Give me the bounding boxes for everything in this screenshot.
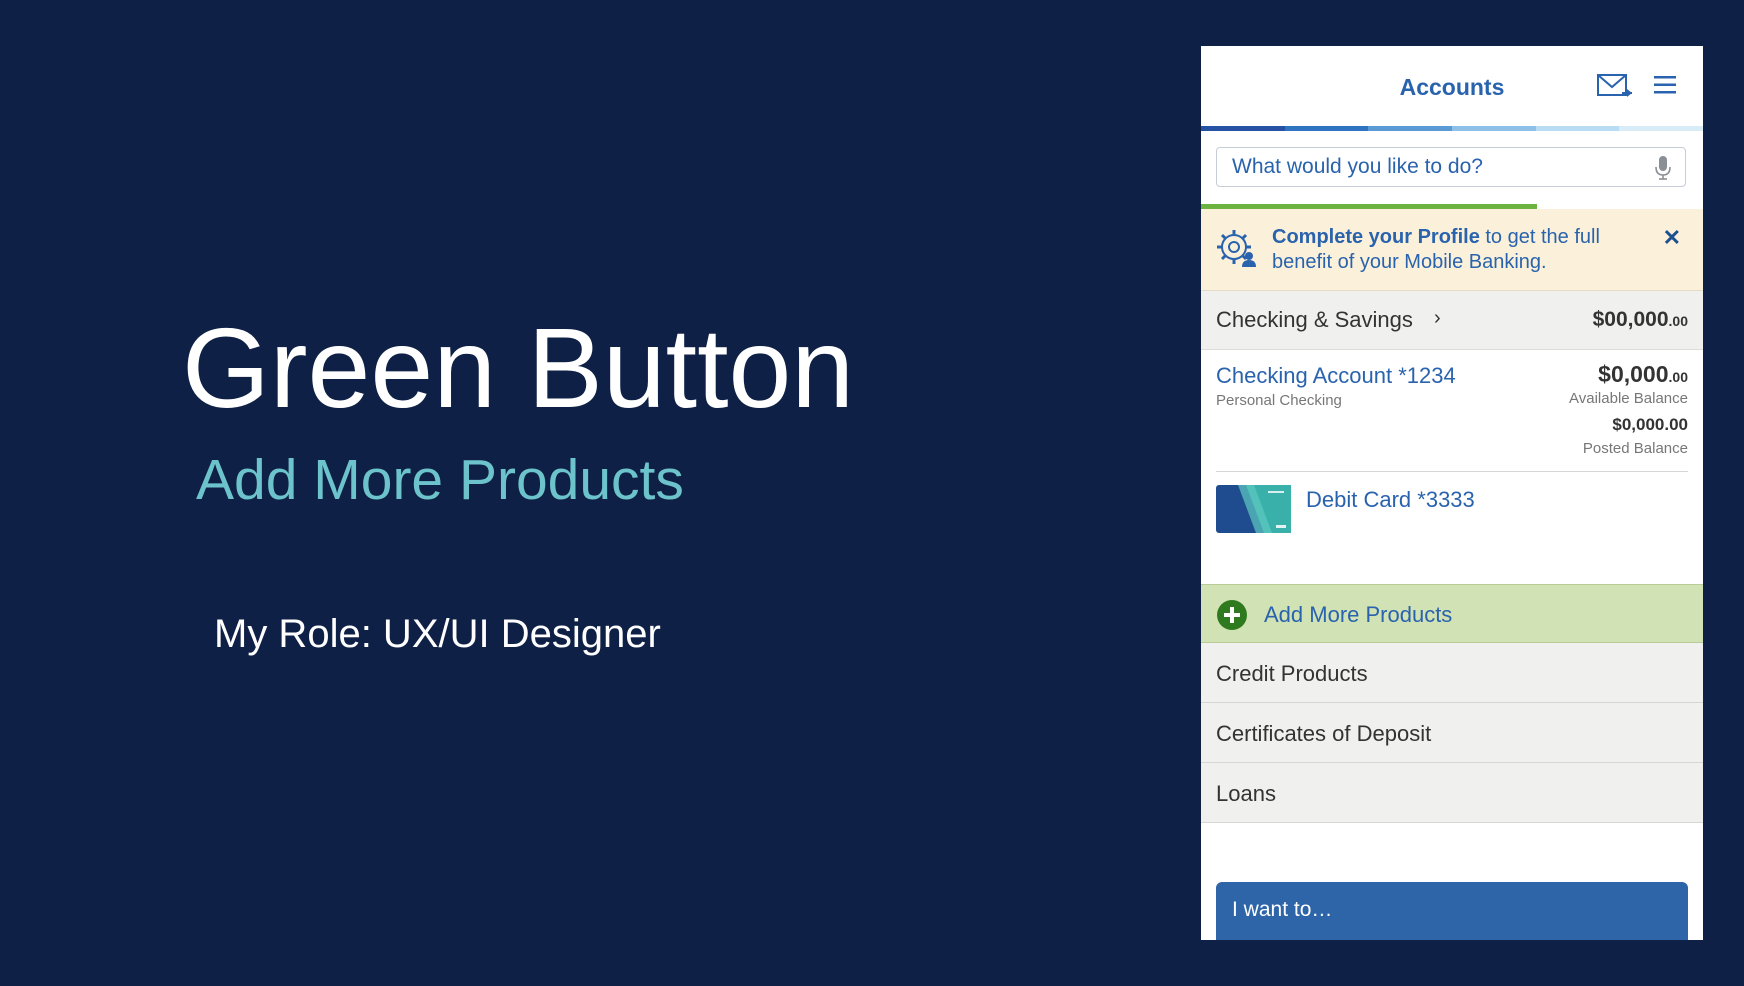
product-row-certificates[interactable]: Certificates of Deposit <box>1201 703 1703 763</box>
header-color-bar <box>1201 126 1703 131</box>
product-label: Credit Products <box>1216 661 1368 686</box>
mail-icon[interactable] <box>1597 74 1633 98</box>
checking-savings-total: $00,000.00 <box>1593 308 1688 332</box>
product-label: Certificates of Deposit <box>1216 721 1432 746</box>
divider <box>1216 471 1688 472</box>
checking-savings-label: Checking & Savings <box>1216 307 1413 332</box>
available-balance-amount: $0,000.00 <box>1598 361 1688 388</box>
banner-bold-text[interactable]: Complete your Profile <box>1272 226 1480 248</box>
profile-banner[interactable]: Complete your Profile to get the full be… <box>1201 209 1703 291</box>
posted-balance-amount: $0,000.00 <box>1612 415 1688 434</box>
chevron-right-icon: › <box>1434 307 1441 329</box>
debit-card-link[interactable]: Debit Card *3333 <box>1306 487 1475 513</box>
i-want-to-label: I want to… <box>1232 898 1333 921</box>
banner-message: Complete your Profile to get the full be… <box>1272 225 1644 275</box>
menu-icon[interactable] <box>1654 75 1676 95</box>
debit-card-image[interactable] <box>1216 485 1291 533</box>
available-balance-label: Available Balance <box>1569 390 1688 407</box>
add-more-products-label: Add More Products <box>1264 602 1453 627</box>
slide-title: Green Button <box>182 305 855 431</box>
app-header: Accounts <box>1201 46 1703 131</box>
i-want-to-button[interactable]: I want to… <box>1216 882 1688 940</box>
role-text: My Role: UX/UI Designer <box>214 612 661 656</box>
product-row-credit[interactable]: Credit Products <box>1201 643 1703 703</box>
search-input[interactable] <box>1217 148 1637 186</box>
product-row-loans[interactable]: Loans <box>1201 763 1703 823</box>
add-more-products-button[interactable]: Add More Products <box>1201 584 1703 643</box>
posted-balance-label: Posted Balance <box>1582 440 1688 457</box>
product-label: Loans <box>1216 781 1276 806</box>
account-type: Personal Checking <box>1216 392 1342 409</box>
plus-circle-icon <box>1217 600 1247 630</box>
close-icon[interactable]: ✕ <box>1663 227 1681 249</box>
mobile-app-mockup: Accounts What would you like to do? Comp… <box>1201 46 1703 940</box>
available-dollars: $0,000 <box>1598 361 1669 387</box>
checking-savings-header[interactable]: Checking & Savings › $00,000.00 <box>1201 291 1703 350</box>
total-dollars: $00,000 <box>1592 308 1669 331</box>
total-cents: .00 <box>1668 313 1688 329</box>
microphone-icon[interactable] <box>1655 156 1671 180</box>
checking-account-link[interactable]: Checking Account *1234 <box>1216 363 1456 389</box>
gear-person-icon <box>1217 230 1256 267</box>
available-cents: .00 <box>1668 369 1688 385</box>
slide-subtitle: Add More Products <box>196 448 684 512</box>
search-box <box>1216 147 1686 187</box>
